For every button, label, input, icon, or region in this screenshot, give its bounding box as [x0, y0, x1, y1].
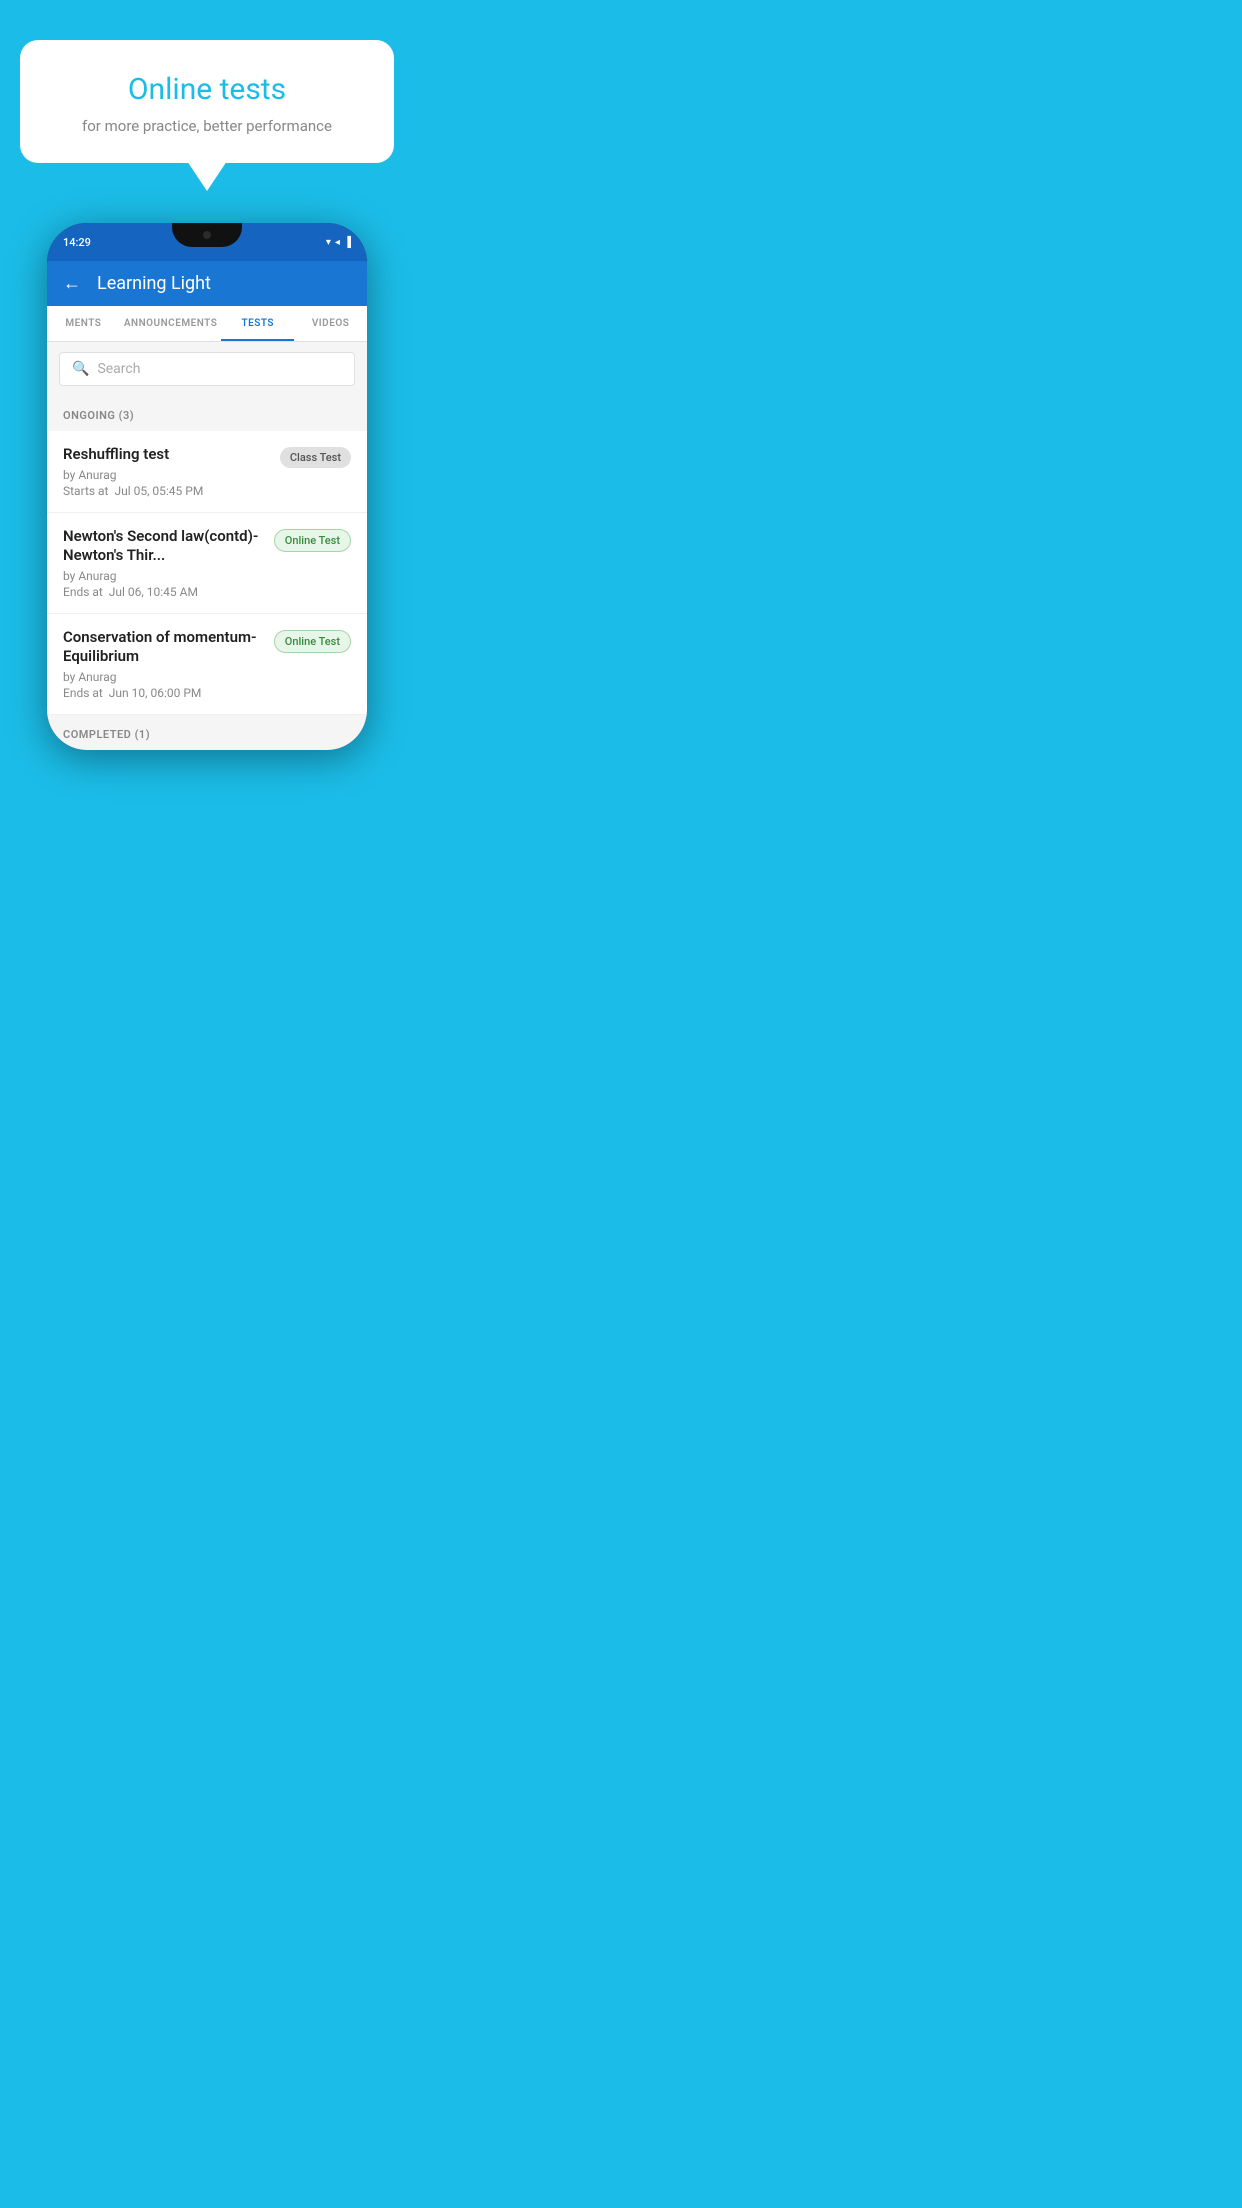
- signal-icon: ◂: [335, 237, 340, 248]
- test-list: Reshuffling test by Anurag Starts at Jul…: [47, 431, 367, 715]
- app-title: Learning Light: [97, 273, 211, 294]
- test-author-1: by Anurag: [63, 468, 270, 482]
- ongoing-section-header: ONGOING (3): [47, 396, 367, 431]
- status-time: 14:29: [63, 236, 91, 249]
- status-icons: ▾ ◂ ▐: [326, 237, 351, 248]
- test-info-1: Reshuffling test by Anurag Starts at Jul…: [63, 445, 270, 498]
- test-time-1: Starts at Jul 05, 05:45 PM: [63, 484, 270, 498]
- test-author-3: by Anurag: [63, 670, 264, 684]
- battery-icon: ▐: [344, 237, 351, 248]
- app-header: ← Learning Light: [47, 261, 367, 306]
- test-info-2: Newton's Second law(contd)-Newton's Thir…: [63, 527, 264, 599]
- test-badge-2: Online Test: [274, 529, 351, 552]
- test-item-2[interactable]: Newton's Second law(contd)-Newton's Thir…: [47, 513, 367, 614]
- test-name-2: Newton's Second law(contd)-Newton's Thir…: [63, 527, 264, 566]
- ongoing-section-label: ONGOING (3): [63, 409, 134, 422]
- completed-section-label: COMPLETED (1): [63, 728, 150, 741]
- tab-videos[interactable]: VIDEOS: [294, 306, 367, 341]
- test-item-1[interactable]: Reshuffling test by Anurag Starts at Jul…: [47, 431, 367, 513]
- tabs-bar: MENTS ANNOUNCEMENTS TESTS VIDEOS: [47, 306, 367, 342]
- bubble-subtitle: for more practice, better performance: [48, 117, 366, 135]
- wifi-icon: ▾: [326, 237, 331, 248]
- test-time-2: Ends at Jul 06, 10:45 AM: [63, 585, 264, 599]
- test-badge-1: Class Test: [280, 447, 351, 468]
- phone-mockup: 14:29 ▾ ◂ ▐ ← Learning Light MENTS ANNOU…: [47, 223, 367, 750]
- search-bar-container: 🔍 Search: [47, 342, 367, 396]
- back-button[interactable]: ←: [63, 273, 81, 294]
- test-time-3: Ends at Jun 10, 06:00 PM: [63, 686, 264, 700]
- completed-section-header: COMPLETED (1): [47, 715, 367, 750]
- search-input-wrapper[interactable]: 🔍 Search: [59, 352, 355, 386]
- tab-announcements[interactable]: ANNOUNCEMENTS: [120, 306, 222, 341]
- test-name-1: Reshuffling test: [63, 445, 270, 465]
- test-name-3: Conservation of momentum-Equilibrium: [63, 628, 264, 667]
- camera-dot: [203, 231, 211, 239]
- bubble-title: Online tests: [48, 72, 366, 107]
- test-author-2: by Anurag: [63, 569, 264, 583]
- phone-frame: 14:29 ▾ ◂ ▐ ← Learning Light MENTS ANNOU…: [47, 223, 367, 750]
- test-badge-3: Online Test: [274, 630, 351, 653]
- speech-bubble: Online tests for more practice, better p…: [20, 40, 394, 163]
- test-item-3[interactable]: Conservation of momentum-Equilibrium by …: [47, 614, 367, 715]
- phone-notch: [172, 223, 242, 247]
- search-icon: 🔍: [72, 361, 89, 377]
- tab-tests[interactable]: TESTS: [221, 306, 294, 341]
- status-bar: 14:29 ▾ ◂ ▐: [47, 223, 367, 261]
- tab-ments[interactable]: MENTS: [47, 306, 120, 341]
- test-info-3: Conservation of momentum-Equilibrium by …: [63, 628, 264, 700]
- search-placeholder: Search: [97, 361, 140, 377]
